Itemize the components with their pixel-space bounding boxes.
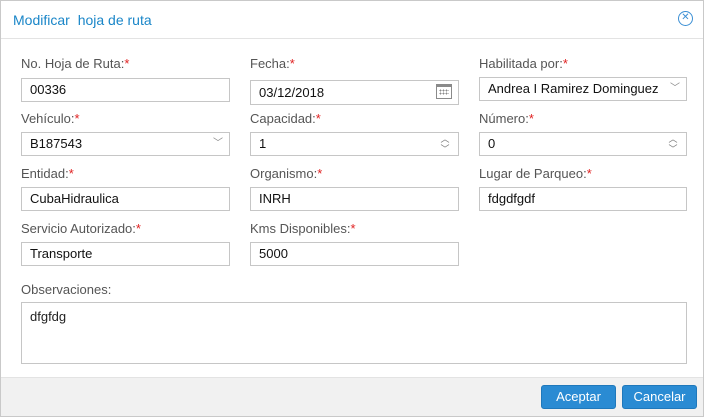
close-icon[interactable]: ✕	[678, 11, 693, 26]
habilitada-select[interactable]: Andrea I Ramirez Dominguez ﹀	[479, 77, 687, 101]
fecha-input[interactable]: 03/12/2018	[250, 80, 459, 105]
parqueo-label: Lugar de Parqueo:*	[479, 166, 592, 181]
capacidad-stepper[interactable]: 1 ︿ ﹀	[250, 132, 459, 156]
dialog-title-entity: hoja de ruta	[77, 12, 152, 28]
chevron-down-icon: ﹀	[670, 83, 680, 94]
spinner-icon[interactable]: ︿ ﹀	[668, 134, 678, 154]
observaciones-textarea[interactable]: dfgfdg	[21, 302, 687, 364]
accept-button[interactable]: Aceptar	[541, 385, 616, 409]
dialog-title: Modificar hoja de ruta	[13, 12, 152, 28]
organismo-label: Organismo:*	[250, 166, 323, 181]
dialog-body: No. Hoja de Ruta:* 00336 Fecha:* 03/12/2…	[1, 39, 703, 379]
habilitada-label: Habilitada por:*	[479, 56, 568, 71]
spinner-icon[interactable]: ︿ ﹀	[440, 134, 450, 154]
dialog-header: Modificar hoja de ruta ✕	[1, 1, 703, 39]
hoja-input[interactable]: 00336	[21, 78, 230, 102]
edit-route-dialog: Modificar hoja de ruta ✕ No. Hoja de Rut…	[0, 0, 704, 417]
entidad-input[interactable]: CubaHidraulica	[21, 187, 230, 211]
hoja-label: No. Hoja de Ruta:*	[21, 56, 130, 71]
vehiculo-label: Vehículo:*	[21, 111, 80, 126]
dialog-title-action: Modificar	[13, 12, 70, 28]
vehiculo-select[interactable]: B187543 ﹀	[21, 132, 230, 156]
servicio-label: Servicio Autorizado:*	[21, 221, 141, 236]
parqueo-input[interactable]: fdgdfgdf	[479, 187, 687, 211]
numero-label: Número:*	[479, 111, 534, 126]
dialog-footer: Aceptar Cancelar	[1, 377, 703, 416]
servicio-input[interactable]: Transporte	[21, 242, 230, 266]
chevron-down-icon: ﹀	[213, 138, 223, 149]
organismo-input[interactable]: INRH	[250, 187, 459, 211]
kms-label: Kms Disponibles:*	[250, 221, 356, 236]
entidad-label: Entidad:*	[21, 166, 74, 181]
numero-stepper[interactable]: 0 ︿ ﹀	[479, 132, 687, 156]
kms-input[interactable]: 5000	[250, 242, 459, 266]
calendar-icon[interactable]	[436, 84, 452, 99]
fecha-label: Fecha:*	[250, 56, 295, 71]
observaciones-label: Observaciones:	[21, 282, 112, 297]
capacidad-label: Capacidad:*	[250, 111, 321, 126]
cancel-button[interactable]: Cancelar	[622, 385, 697, 409]
